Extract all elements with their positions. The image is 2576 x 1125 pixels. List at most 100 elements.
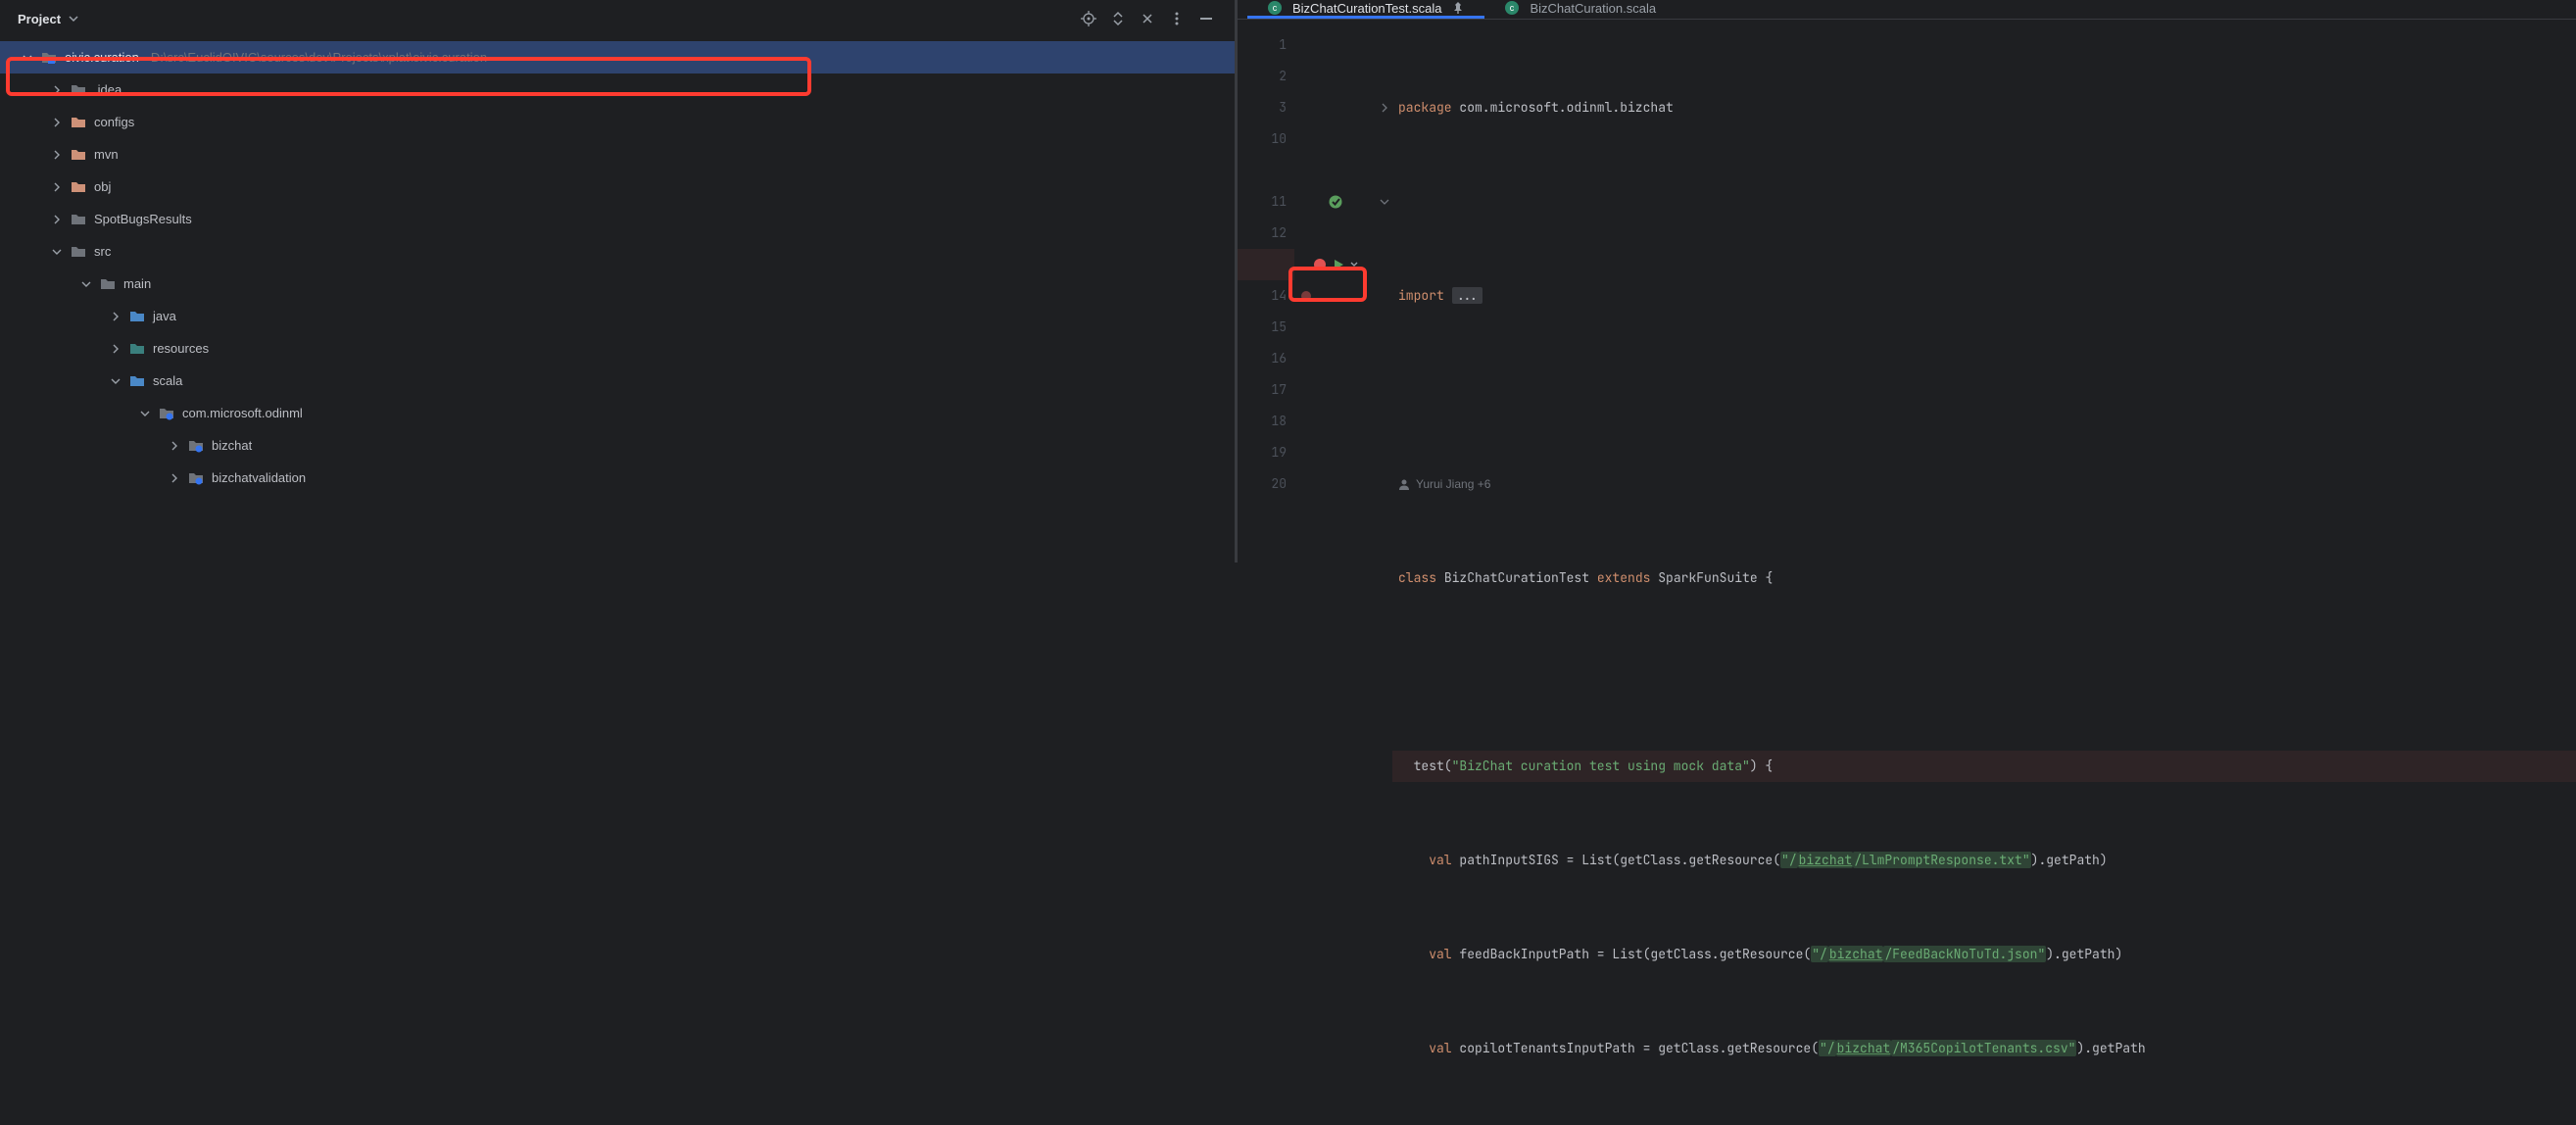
tree-row[interactable]: resources: [0, 332, 1235, 365]
chevron-right-icon[interactable]: [51, 84, 63, 96]
expand-collapse-icon[interactable]: [1107, 8, 1129, 29]
tree-row[interactable]: SpotBugsResults: [0, 203, 1235, 235]
package-icon: [159, 406, 174, 421]
chevron-right-icon[interactable]: [110, 343, 122, 355]
svg-text:c: c: [1510, 3, 1515, 13]
chevron-right-icon[interactable]: [110, 311, 122, 322]
pin-icon[interactable]: [1451, 1, 1465, 15]
tree-item-label: obj: [94, 179, 111, 194]
project-title[interactable]: Project: [18, 12, 61, 26]
class-name: BizChatCurationTest: [1436, 569, 1597, 586]
chevron-right-icon[interactable]: [51, 214, 63, 225]
chevron-right-icon[interactable]: [51, 149, 63, 161]
tree-item-label: bizchat: [212, 438, 252, 453]
line-no[interactable]: 19: [1238, 437, 1294, 468]
tree-row[interactable]: .idea: [0, 73, 1235, 106]
folder-orange-icon: [71, 147, 86, 163]
tab-label: BizChatCuration.scala: [1530, 1, 1656, 16]
package-icon: [188, 470, 204, 486]
kw-val: val: [1429, 946, 1451, 962]
tree-row[interactable]: main: [0, 268, 1235, 300]
line-no[interactable]: 15: [1238, 312, 1294, 343]
line-no[interactable]: 11: [1238, 186, 1294, 218]
string-literal: "BizChat curation test using mock data": [1452, 758, 1750, 774]
tree-item-label: configs: [94, 115, 134, 129]
folder-orange-icon: [71, 179, 86, 195]
kw-package: package: [1398, 99, 1452, 116]
collapse-all-icon[interactable]: [1137, 8, 1158, 29]
kw-import: import: [1398, 287, 1444, 304]
editor-tab[interactable]: c BizChatCuration.scala: [1484, 0, 1676, 19]
source-folder-icon: [129, 309, 145, 324]
tree-item-label: scala: [153, 373, 182, 388]
project-tool-window: Project oivic.curation D:\src\EuclidOIVI…: [0, 0, 1235, 562]
tree-item-label: resources: [153, 341, 209, 356]
folder-icon: [71, 244, 86, 260]
line-no[interactable]: 16: [1238, 343, 1294, 374]
code-text: ) {: [1750, 758, 1773, 774]
tree-item-label: main: [123, 276, 151, 291]
code-text: feedBackInputPath = List(getClass.getRes…: [1452, 946, 1812, 962]
tree-row[interactable]: java: [0, 300, 1235, 332]
editor-tab-active[interactable]: c BizChatCurationTest.scala: [1247, 0, 1484, 19]
chevron-down-icon[interactable]: [110, 375, 122, 387]
chevron-right-icon[interactable]: [51, 181, 63, 193]
run-test-icon[interactable]: [1333, 259, 1344, 270]
tree-row[interactable]: bizchatvalidation: [0, 462, 1235, 494]
chevron-down-icon[interactable]: [51, 246, 63, 258]
breakpoint-icon[interactable]: [1313, 258, 1327, 271]
tree-root-path: D:\src\EuclidOIVIC\sources\dev\Projects\…: [151, 50, 487, 65]
line-no[interactable]: 17: [1238, 374, 1294, 406]
line-no[interactable]: 14: [1238, 280, 1294, 312]
folder-icon: [71, 212, 86, 227]
line-no[interactable]: [1238, 249, 1294, 280]
author-hint[interactable]: Yurui Jiang +6: [1392, 468, 2576, 500]
chevron-down-icon[interactable]: [22, 52, 33, 64]
chevron-down-icon[interactable]: [80, 278, 92, 290]
tree-row[interactable]: mvn: [0, 138, 1235, 171]
scala-file-icon: c: [1504, 0, 1520, 16]
tree-row[interactable]: src: [0, 235, 1235, 268]
editor-pane: c BizChatCurationTest.scala c BizChatCur…: [1237, 0, 2576, 562]
code-text: com.microsoft.odinml.bizchat: [1452, 99, 1674, 116]
run-menu-chevron-icon[interactable]: [1350, 261, 1358, 269]
svg-text:c: c: [1273, 3, 1278, 13]
chevron-down-icon[interactable]: [69, 14, 78, 24]
tree-row[interactable]: obj: [0, 171, 1235, 203]
code-text: ).getPath): [2031, 852, 2108, 868]
fold-gutter: [1377, 24, 1392, 1125]
line-no[interactable]: 20: [1238, 468, 1294, 500]
line-no[interactable]: 12: [1238, 218, 1294, 249]
editor-tabs: c BizChatCurationTest.scala c BizChatCur…: [1238, 0, 2576, 20]
breakpoint-disabled-icon[interactable]: [1300, 290, 1312, 302]
fold-collapse-icon[interactable]: [1377, 186, 1392, 218]
hide-icon[interactable]: [1195, 8, 1217, 29]
more-icon[interactable]: [1166, 8, 1188, 29]
line-no[interactable]: 3: [1238, 92, 1294, 123]
kw-extends: extends: [1597, 569, 1651, 586]
tree-row[interactable]: configs: [0, 106, 1235, 138]
fold-expand-icon[interactable]: [1377, 92, 1392, 123]
chevron-down-icon[interactable]: [139, 408, 151, 419]
tree-item-label: com.microsoft.odinml: [182, 406, 303, 420]
project-tree[interactable]: oivic.curation D:\src\EuclidOIVIC\source…: [0, 37, 1235, 562]
chevron-right-icon[interactable]: [51, 117, 63, 128]
tree-root-row[interactable]: oivic.curation D:\src\EuclidOIVIC\source…: [0, 41, 1235, 73]
tab-label: BizChatCurationTest.scala: [1292, 1, 1441, 16]
locate-icon[interactable]: [1078, 8, 1099, 29]
line-no[interactable]: 1: [1238, 29, 1294, 61]
code-body[interactable]: package com.microsoft.odinml.bizchat imp…: [1392, 24, 2576, 1125]
line-no[interactable]: 18: [1238, 406, 1294, 437]
folded-imports[interactable]: ...: [1452, 287, 1482, 304]
tree-row[interactable]: bizchat: [0, 429, 1235, 462]
code-editor[interactable]: 1 2 3 10 11 12 14 15 16 17 18 19 20: [1238, 20, 2576, 1125]
chevron-right-icon[interactable]: [169, 440, 180, 452]
line-no[interactable]: [1238, 155, 1294, 186]
tree-row[interactable]: scala: [0, 365, 1235, 397]
line-no[interactable]: 2: [1238, 61, 1294, 92]
run-class-icon[interactable]: [1294, 186, 1377, 218]
tree-row[interactable]: com.microsoft.odinml: [0, 397, 1235, 429]
module-folder-icon: [41, 50, 57, 66]
line-no[interactable]: 10: [1238, 123, 1294, 155]
chevron-right-icon[interactable]: [169, 472, 180, 484]
